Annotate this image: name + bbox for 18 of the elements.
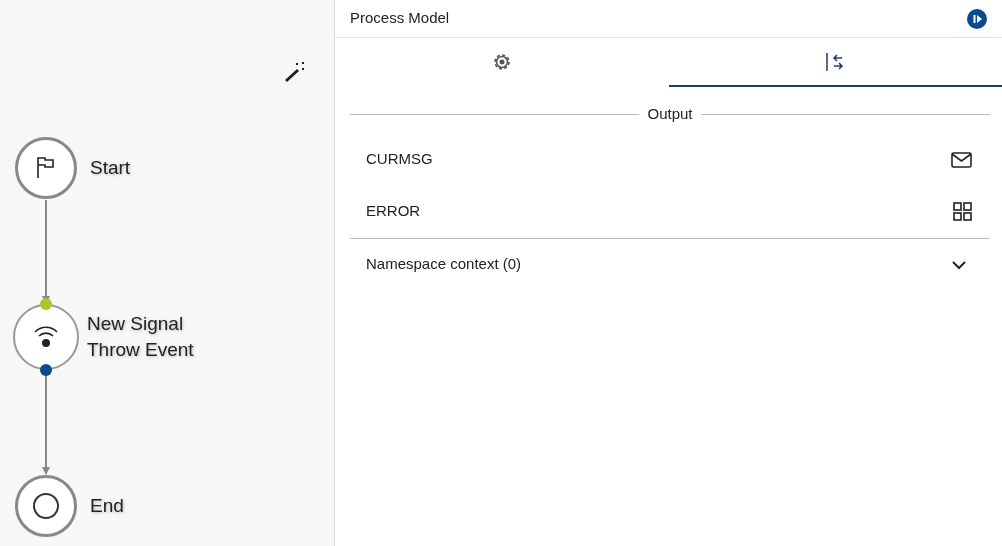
end-event-node[interactable] xyxy=(15,475,77,537)
node-label: New Signal Throw Event xyxy=(87,312,195,362)
run-icon[interactable] xyxy=(967,8,987,29)
node-label: End xyxy=(90,494,124,518)
envelope-icon xyxy=(951,151,972,168)
variable-name: CURMSG xyxy=(366,149,433,170)
chevron-icon xyxy=(952,259,966,270)
grid-icon xyxy=(953,202,972,221)
start-event-node[interactable] xyxy=(15,137,77,199)
port-dot[interactable] xyxy=(40,298,52,310)
port-dot[interactable] xyxy=(40,364,52,376)
section-legend: Output xyxy=(647,103,693,126)
namespace-expander[interactable]: Namespace context (0) xyxy=(335,238,1002,291)
signal-event-node[interactable] xyxy=(13,304,79,370)
expander-label: Namespace context (0) xyxy=(366,254,522,275)
variable-name: ERROR xyxy=(366,201,421,222)
node-label: Start xyxy=(90,156,131,180)
panel-title: Process Model xyxy=(350,8,450,29)
